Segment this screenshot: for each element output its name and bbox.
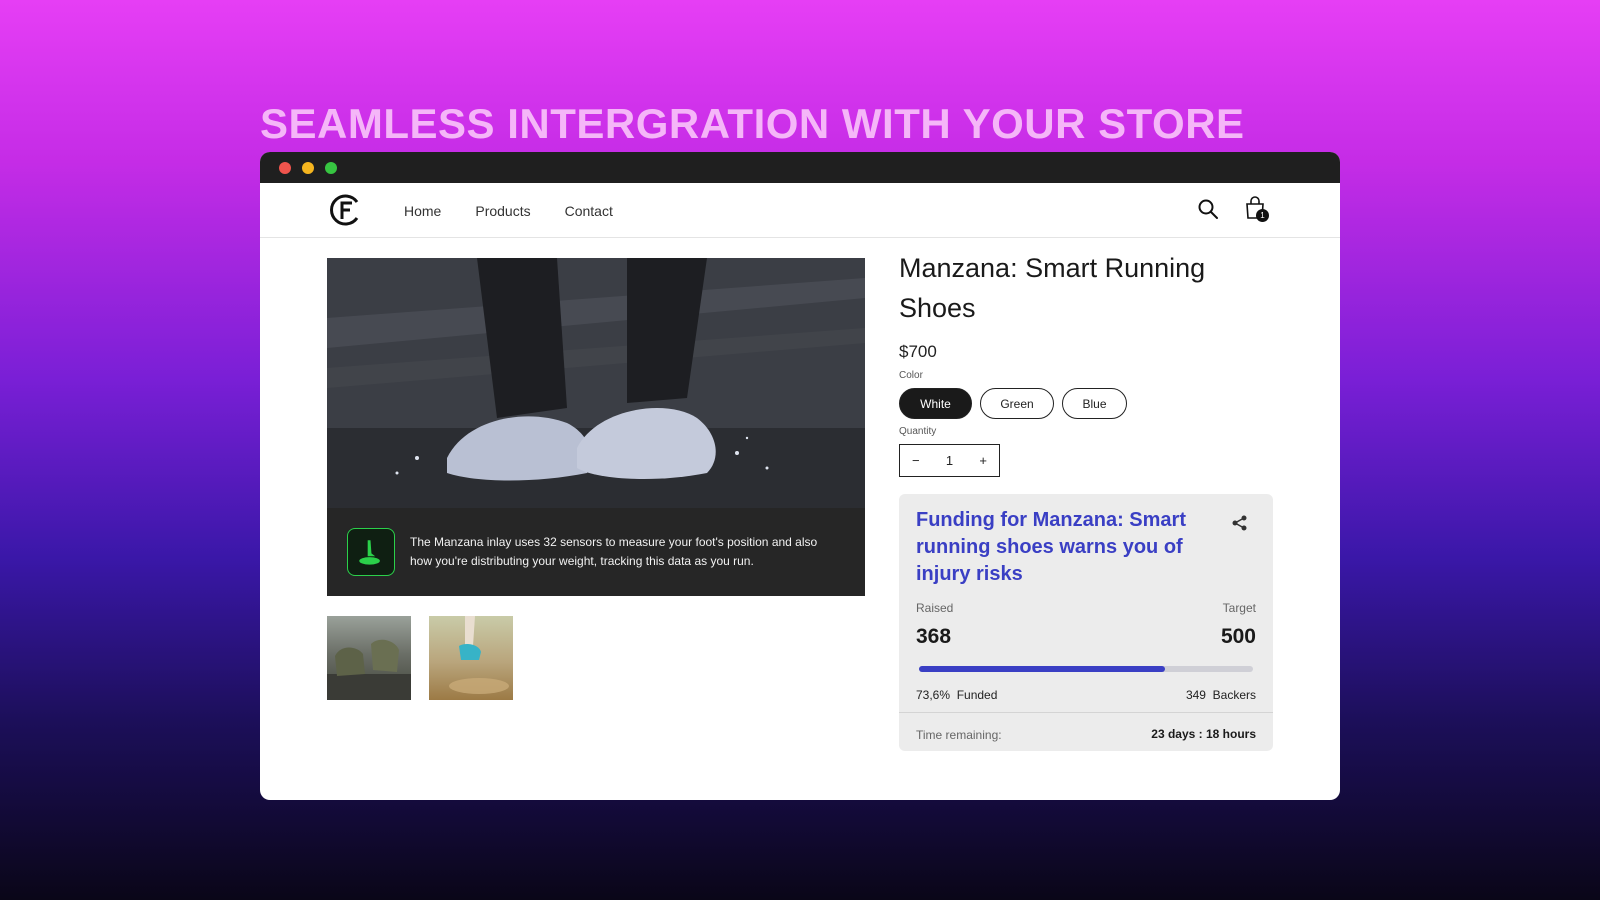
- browser-window: Home Products Contact 1 The Manzana inla…: [260, 152, 1340, 800]
- search-icon[interactable]: [1197, 198, 1219, 220]
- store-navbar: Home Products Contact 1: [260, 183, 1340, 238]
- close-window-button[interactable]: [279, 162, 291, 174]
- hero-caption: The Manzana inlay uses 32 sensors to mea…: [327, 508, 865, 596]
- cart-count-badge: 1: [1256, 209, 1269, 222]
- color-option-white[interactable]: White: [899, 388, 972, 419]
- backers-count-label: Backers: [1212, 688, 1256, 702]
- maximize-window-button[interactable]: [325, 162, 337, 174]
- color-options: White Green Blue: [899, 388, 1127, 419]
- product-title: Manzana: Smart Running Shoes: [899, 253, 1206, 323]
- target-label: Target: [1222, 601, 1256, 615]
- funding-card: Funding for Manzana: Smart running shoes…: [899, 494, 1273, 751]
- raised-amount: 368: [916, 625, 952, 648]
- quantity-stepper: − 1 +: [899, 444, 1000, 477]
- store-logo-icon[interactable]: [328, 193, 362, 227]
- hero-caption-text: The Manzana inlay uses 32 sensors to mea…: [410, 535, 818, 568]
- color-label: Color: [899, 370, 923, 381]
- nav-products-link[interactable]: Products: [475, 203, 530, 219]
- minimize-window-button[interactable]: [302, 162, 314, 174]
- product-thumbnail-1[interactable]: [327, 616, 411, 700]
- backers-count-value: 349: [1185, 688, 1206, 702]
- cart-button[interactable]: 1: [1244, 196, 1270, 224]
- nav-home-link[interactable]: Home: [404, 203, 441, 219]
- product-price: $700: [899, 342, 937, 361]
- target-amount: 500: [1220, 625, 1256, 648]
- funding-progress-bar: [919, 666, 1253, 672]
- funding-title: Funding for Manzana: Smart running shoes…: [916, 509, 1186, 585]
- funded-percent: 73,6% Funded: [916, 688, 997, 702]
- time-remaining-label: Time remaining:: [916, 728, 1002, 742]
- share-icon[interactable]: [1231, 514, 1249, 532]
- headline: SEAMLESS INTERGRATION WITH YOUR STORE: [260, 100, 1245, 147]
- foot-sensor-icon: [347, 528, 395, 576]
- quantity-decrease-button[interactable]: −: [912, 453, 920, 468]
- product-hero-image: The Manzana inlay uses 32 sensors to mea…: [327, 258, 865, 596]
- product-thumbnail-2[interactable]: [429, 616, 513, 700]
- funded-percent-value: 73,6%: [916, 688, 951, 702]
- raised-label: Raised: [916, 601, 954, 615]
- backers-count: 349 Backers: [1186, 688, 1256, 702]
- funding-progress-fill: [919, 666, 1165, 672]
- funded-percent-label: Funded: [956, 688, 998, 702]
- nav-contact-link[interactable]: Contact: [565, 203, 613, 219]
- funding-divider: [899, 712, 1273, 713]
- quantity-increase-button[interactable]: +: [979, 453, 987, 468]
- quantity-label: Quantity: [899, 426, 937, 437]
- color-option-green[interactable]: Green: [980, 388, 1054, 419]
- time-remaining-value: 23 days : 18 hours: [1151, 727, 1256, 741]
- color-option-blue[interactable]: Blue: [1062, 388, 1127, 419]
- nav-links: Home Products Contact: [404, 203, 613, 219]
- running-shoes-photo: [327, 258, 865, 508]
- quantity-value[interactable]: 1: [946, 453, 953, 468]
- window-titlebar: [260, 152, 1340, 183]
